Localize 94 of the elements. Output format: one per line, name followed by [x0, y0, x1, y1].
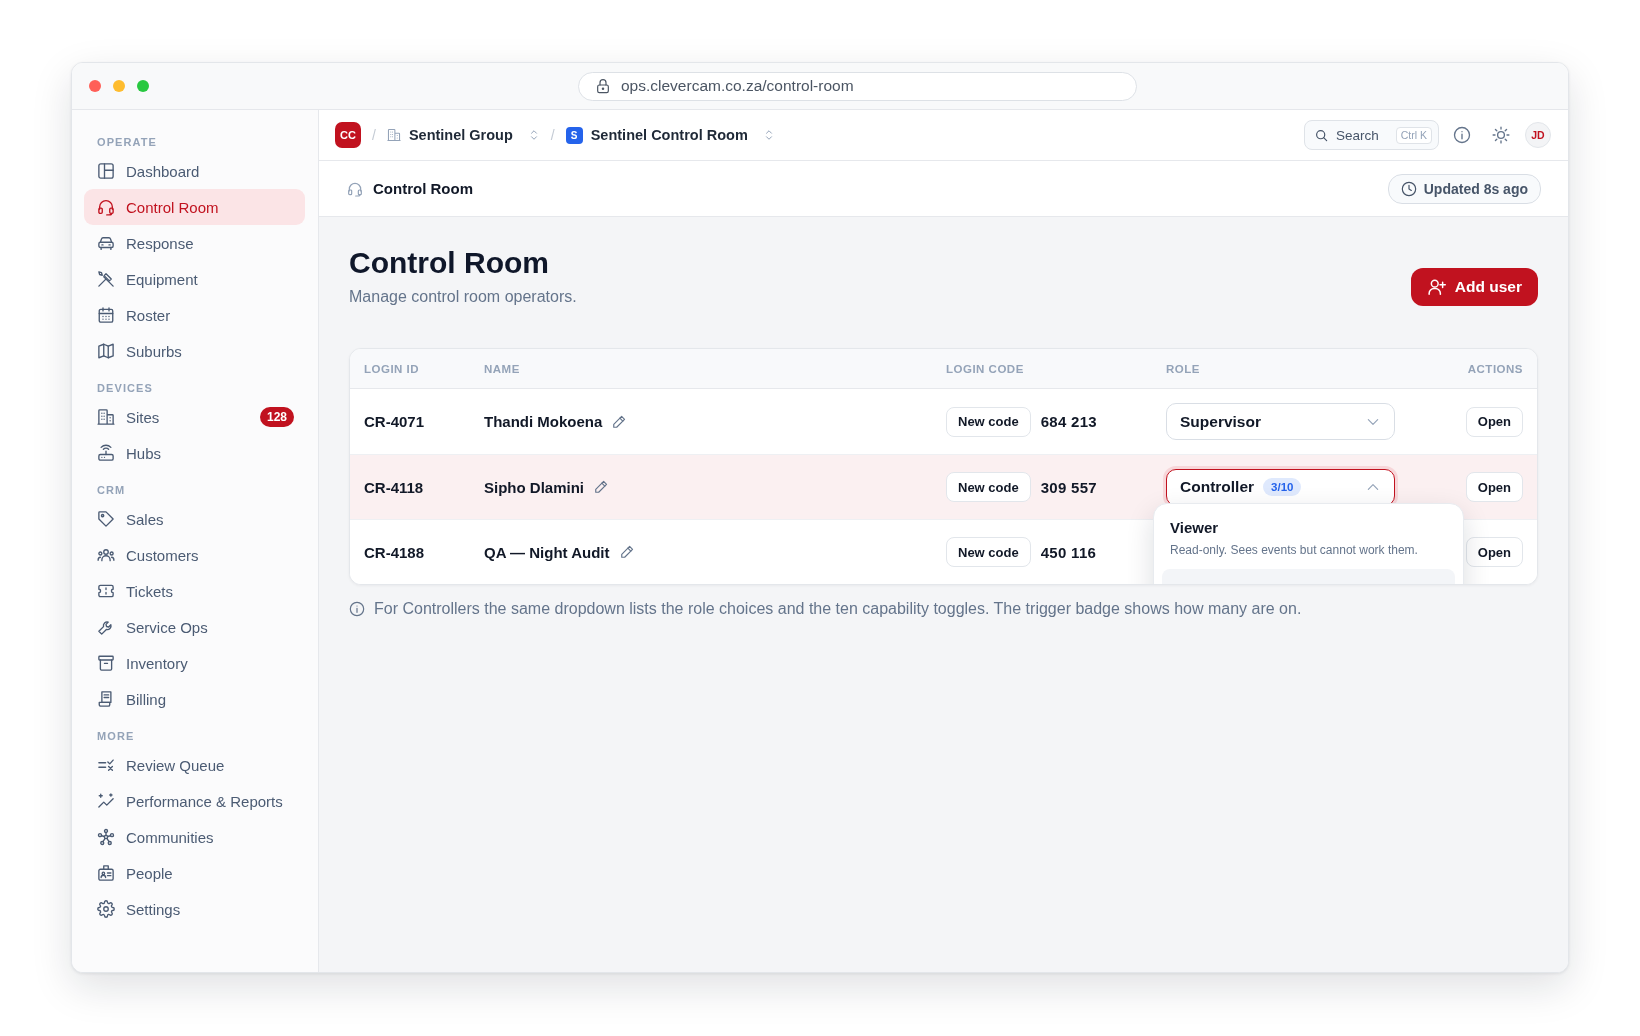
org-badge[interactable]: CC — [335, 122, 361, 148]
pencil-icon[interactable] — [594, 480, 608, 494]
new-code-button[interactable]: New code — [946, 406, 1031, 437]
open-button[interactable]: Open — [1465, 406, 1523, 437]
login-id: CR-4188 — [364, 543, 425, 561]
updated-text: Updated 8s ago — [1423, 180, 1528, 197]
count-badge: 128 — [259, 407, 294, 427]
workspace-badge: S — [565, 126, 583, 144]
login-code: 309 557 — [1040, 478, 1097, 496]
sidebar-item[interactable]: Control Room — [84, 189, 305, 225]
column-header: LOGIN CODE — [946, 362, 1024, 375]
login-id: CR-4071 — [364, 413, 425, 430]
tag-icon — [97, 510, 115, 528]
user-name: QA — Night Audit — [484, 543, 610, 561]
ticket-icon — [97, 582, 115, 600]
sidebar-item[interactable]: Suburbs — [84, 333, 305, 369]
archive-icon — [97, 654, 115, 672]
settings-icon — [97, 900, 115, 918]
user-plus-icon — [1427, 278, 1446, 296]
address-bar[interactable]: ops.clevercam.co.za/control-room — [578, 71, 1137, 101]
network-icon — [97, 828, 115, 846]
lock-icon — [595, 78, 611, 94]
login-code: 450 116 — [1040, 543, 1097, 561]
calendar-icon — [97, 306, 115, 324]
id-badge-icon — [97, 864, 115, 882]
wrench-icon — [97, 618, 115, 636]
search-icon — [1315, 128, 1328, 142]
login-id: CR-4118 — [364, 478, 424, 496]
breadcrumb-separator: / — [372, 127, 376, 143]
open-button[interactable]: Open — [1465, 472, 1523, 502]
info-icon — [349, 601, 365, 617]
breadcrumb-title: Control Room — [373, 180, 473, 197]
new-code-button[interactable]: New code — [946, 537, 1031, 567]
sidebar-item[interactable]: Communities — [84, 819, 305, 855]
column-header: LOGIN ID — [364, 362, 420, 375]
sidebar-item[interactable]: Response — [84, 225, 305, 261]
map-icon — [97, 342, 115, 360]
sidebar-item[interactable]: Customers — [84, 537, 305, 573]
car-icon — [97, 234, 115, 252]
sidebar-item[interactable]: Tickets — [84, 573, 305, 609]
window-close-icon[interactable] — [89, 80, 101, 92]
sidebar-item[interactable]: Equipment — [84, 261, 305, 297]
sidebar-item[interactable]: Review Queue — [84, 747, 305, 783]
breadcrumb-item[interactable]: S Sentinel Control Room — [565, 126, 775, 144]
sidebar-item[interactable]: Roster — [84, 297, 305, 333]
users-icon — [97, 546, 115, 564]
sidebar-item[interactable]: Hubs — [84, 435, 305, 471]
router-icon — [97, 444, 115, 462]
role-select[interactable]: Controller 3/10 — [1166, 468, 1395, 506]
footnote-text: For Controllers the same dropdown lists the role choices and the ten capability toggles. The trigger badge shows how many are on. — [374, 600, 1302, 618]
sidebar-item[interactable]: Billing — [84, 681, 305, 717]
section-label: CRM — [97, 483, 126, 497]
headset-icon — [97, 198, 115, 216]
chart-line-icon — [97, 792, 115, 810]
info-icon[interactable] — [1453, 126, 1471, 144]
breadcrumb-item[interactable]: Sentinel Group — [386, 127, 540, 143]
sidebar-item[interactable]: Dashboard — [84, 153, 305, 189]
building-icon — [386, 128, 401, 142]
section-label: OPERATE — [97, 135, 158, 149]
role-select[interactable]: Supervisor — [1166, 403, 1395, 440]
user-name: Sipho Dlamini — [484, 478, 584, 496]
shortcut-key: Ctrl K — [1395, 127, 1432, 144]
open-button[interactable]: Open — [1465, 537, 1523, 567]
menu-item[interactable]: Viewer Read-only. Sees events but cannot work them. — [1162, 511, 1455, 565]
login-code: 684 213 — [1040, 413, 1097, 430]
sidebar-item[interactable]: Sites 128 — [84, 399, 305, 435]
headset-icon — [347, 180, 363, 197]
sun-icon[interactable] — [1492, 126, 1510, 144]
building-icon — [97, 408, 115, 426]
sidebar-item[interactable]: Inventory — [84, 645, 305, 681]
pencil-icon[interactable] — [612, 414, 627, 429]
clock-icon — [1400, 180, 1417, 197]
tools-icon — [97, 270, 115, 288]
breadcrumb-separator: / — [550, 127, 555, 143]
sidebar-item[interactable]: Sales — [84, 501, 305, 537]
page-title: Control Room — [349, 245, 550, 281]
user-avatar[interactable]: JD — [1525, 122, 1551, 148]
section-label: MORE — [97, 729, 135, 743]
column-header: ROLE — [1166, 362, 1200, 375]
sidebar-item[interactable]: Settings — [84, 891, 305, 927]
sidebar-item[interactable]: People — [84, 855, 305, 891]
capability-count-badge: 3/10 — [1263, 478, 1302, 496]
new-code-button[interactable]: New code — [946, 472, 1031, 502]
pencil-icon[interactable] — [619, 545, 634, 559]
add-user-button[interactable]: Add user — [1410, 268, 1538, 306]
column-header: ACTIONS — [1467, 362, 1523, 375]
sidebar-item[interactable]: Performance & Reports — [84, 783, 305, 819]
column-header: NAME — [484, 362, 520, 375]
page-subtitle: Manage control room operators. — [349, 287, 577, 307]
section-label: DEVICES — [97, 381, 153, 395]
sidebar-item[interactable]: Service Ops — [84, 609, 305, 645]
user-name: Thandi Mokoena — [484, 413, 603, 430]
layout-icon — [97, 162, 115, 180]
receipt-icon — [97, 690, 115, 708]
